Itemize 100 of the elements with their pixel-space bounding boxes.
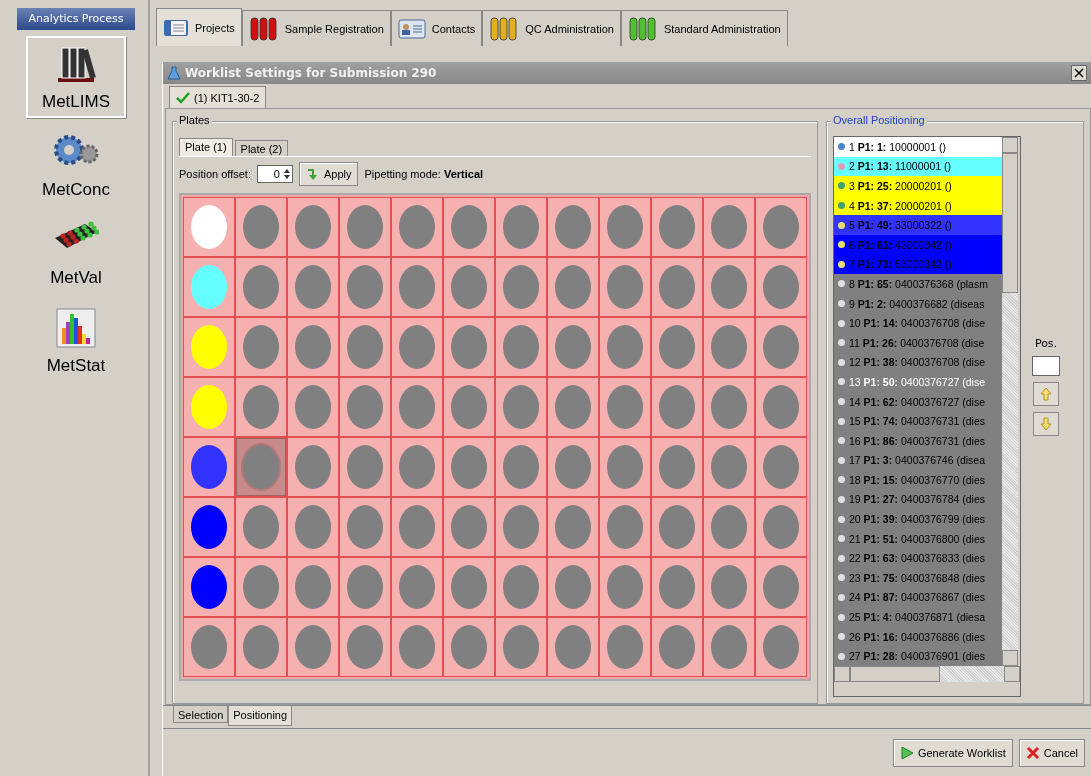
plate-cell[interactable]	[755, 617, 807, 677]
plate-cell[interactable]	[495, 617, 547, 677]
plate-cell[interactable]	[391, 377, 443, 437]
plate-cell[interactable]	[287, 377, 339, 437]
list-item[interactable]: 1 P1: 1: 10000001 ()	[834, 137, 1002, 157]
plate-cell[interactable]	[287, 197, 339, 257]
plate-cell[interactable]	[703, 377, 755, 437]
plate-cell[interactable]	[235, 557, 287, 617]
plate-cell[interactable]	[235, 437, 287, 497]
plate-cell[interactable]	[547, 557, 599, 617]
plate-cell[interactable]	[183, 557, 235, 617]
plate-cell[interactable]	[287, 557, 339, 617]
plate-cell[interactable]	[651, 197, 703, 257]
plate-cell[interactable]	[339, 197, 391, 257]
tab[interactable]: Positioning	[228, 706, 293, 726]
plate-cell[interactable]	[287, 317, 339, 377]
vertical-scrollbar[interactable]	[1002, 137, 1018, 667]
plate-cell[interactable]	[183, 617, 235, 677]
plate-cell[interactable]	[495, 317, 547, 377]
plate-cell[interactable]	[755, 377, 807, 437]
list-item[interactable]: 2 P1: 13: 11000001 ()	[834, 156, 1002, 177]
plate-cell[interactable]	[339, 377, 391, 437]
plate-cell[interactable]	[547, 497, 599, 557]
plate-cell[interactable]	[391, 317, 443, 377]
plate-cell[interactable]	[235, 197, 287, 257]
plate-cell[interactable]	[599, 257, 651, 317]
generate-button[interactable]: Generate Worklist	[892, 738, 1013, 767]
horizontal-scrollbar[interactable]	[834, 666, 1020, 683]
sidebar-item[interactable]: MetLIMS	[26, 36, 126, 118]
plate-cell[interactable]	[235, 257, 287, 317]
plate-cell[interactable]	[183, 497, 235, 557]
plate-cell[interactable]	[651, 617, 703, 677]
plate-cell[interactable]	[703, 617, 755, 677]
plate-cell[interactable]	[651, 497, 703, 557]
plate-cell[interactable]	[287, 257, 339, 317]
plate-cell[interactable]	[495, 497, 547, 557]
sidebar-item[interactable]: MetStat	[26, 300, 126, 382]
tab[interactable]: QC Administration	[482, 10, 621, 46]
plate-cell[interactable]	[339, 497, 391, 557]
plate-cell[interactable]	[391, 497, 443, 557]
sidebar-item[interactable]: MetConc	[26, 124, 126, 206]
plate-cell[interactable]	[495, 197, 547, 257]
plate-cell[interactable]	[547, 437, 599, 497]
plate-cell[interactable]	[339, 557, 391, 617]
plate-cell[interactable]	[391, 557, 443, 617]
plate-cell[interactable]	[755, 197, 807, 257]
plate-cell[interactable]	[703, 257, 755, 317]
plate-cell[interactable]	[703, 497, 755, 557]
plate-cell[interactable]	[443, 197, 495, 257]
plate-cell[interactable]	[703, 557, 755, 617]
plate-cell[interactable]	[391, 437, 443, 497]
plate-cell[interactable]	[651, 437, 703, 497]
list-item[interactable]: 3 P1: 25: 20000201 ()	[834, 176, 1002, 196]
plate-cell[interactable]	[339, 317, 391, 377]
close-button[interactable]	[1071, 65, 1087, 81]
list-item[interactable]: 4 P1: 37: 20000201 ()	[834, 195, 1002, 216]
plate-cell[interactable]	[755, 317, 807, 377]
plate-cell[interactable]	[755, 257, 807, 317]
move-up-button[interactable]	[1033, 382, 1059, 406]
plate-cell[interactable]	[599, 437, 651, 497]
plate-cell[interactable]	[235, 317, 287, 377]
plate-cell[interactable]	[391, 617, 443, 677]
plate-cell[interactable]	[599, 617, 651, 677]
tab[interactable]: Plate (1)	[179, 138, 233, 156]
plate-cell[interactable]	[183, 317, 235, 377]
plate-cell[interactable]	[495, 257, 547, 317]
plate-cell[interactable]	[287, 497, 339, 557]
plate-cell[interactable]	[599, 317, 651, 377]
plate-cell[interactable]	[287, 617, 339, 677]
plate-cell[interactable]	[547, 617, 599, 677]
plate-cell[interactable]	[651, 317, 703, 377]
tab[interactable]: Plate (2)	[234, 140, 289, 156]
tab[interactable]: Projects	[156, 8, 242, 46]
plate-cell[interactable]	[547, 317, 599, 377]
offset-spinner[interactable]: 0	[256, 165, 293, 183]
tab[interactable]: Sample Registration	[241, 10, 391, 46]
plate-cell[interactable]	[443, 497, 495, 557]
plate-cell[interactable]	[495, 377, 547, 437]
plate-cell[interactable]	[235, 497, 287, 557]
plate-cell[interactable]	[235, 377, 287, 437]
plate-cell[interactable]	[599, 497, 651, 557]
plate-cell[interactable]	[443, 617, 495, 677]
plate-cell[interactable]	[547, 257, 599, 317]
plate-cell[interactable]	[391, 257, 443, 317]
position-field[interactable]	[1032, 356, 1060, 376]
plate-cell[interactable]	[495, 437, 547, 497]
plate-cell[interactable]	[651, 257, 703, 317]
move-down-button[interactable]	[1033, 412, 1059, 436]
cancel-button[interactable]: Cancel	[1018, 738, 1085, 767]
plate-cell[interactable]	[339, 437, 391, 497]
plate-cell[interactable]	[599, 197, 651, 257]
tab[interactable]: Selection	[173, 706, 229, 723]
plate-cell[interactable]	[183, 437, 235, 497]
plate-cell[interactable]	[443, 437, 495, 497]
tab[interactable]: (1) KIT1-30-2	[169, 86, 267, 108]
list-item[interactable]: 5 P1: 49: 33000322 ()	[834, 215, 1002, 235]
plate-cell[interactable]	[443, 557, 495, 617]
apply-button[interactable]: Apply	[298, 162, 359, 186]
plate-cell[interactable]	[599, 557, 651, 617]
plate-cell[interactable]	[391, 197, 443, 257]
